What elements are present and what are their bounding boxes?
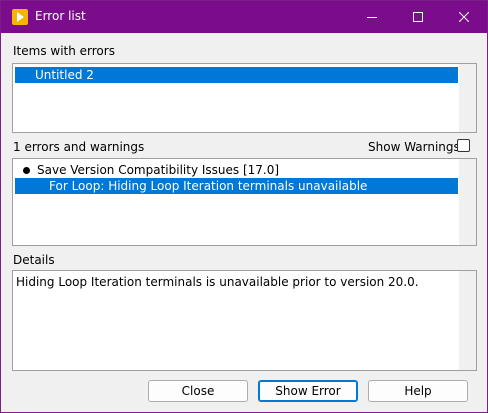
list-item[interactable]: Untitled 2	[15, 67, 458, 83]
errors-count-label: 1 errors and warnings	[13, 140, 145, 154]
show-error-button[interactable]: Show Error	[258, 380, 358, 402]
details-text: Hiding Loop Iteration terminals is unava…	[16, 275, 419, 289]
vertical-scrollbar[interactable]	[459, 271, 476, 370]
error-list-window: Error list Items with errors Untitled 2 …	[0, 0, 488, 413]
help-button[interactable]: Help	[368, 380, 468, 402]
window-title: Error list	[35, 9, 86, 23]
maximize-button[interactable]	[395, 1, 441, 33]
error-item-label: For Loop: Hiding Loop Iteration terminal…	[49, 179, 368, 193]
errors-warnings-list[interactable]: Save Version Compatibility Issues [17.0]…	[12, 158, 477, 246]
vertical-scrollbar[interactable]	[459, 159, 476, 245]
error-group-item[interactable]: Save Version Compatibility Issues [17.0]	[15, 162, 458, 178]
error-item[interactable]: For Loop: Hiding Loop Iteration terminal…	[15, 178, 458, 194]
bullet-icon	[23, 167, 30, 174]
close-icon	[459, 12, 469, 22]
labview-run-icon	[12, 9, 28, 25]
show-warnings-checkbox[interactable]	[457, 139, 470, 152]
minimize-icon	[367, 17, 377, 18]
details-textbox[interactable]: Hiding Loop Iteration terminals is unava…	[12, 270, 477, 371]
error-group-label: Save Version Compatibility Issues [17.0]	[37, 163, 280, 177]
vertical-scrollbar[interactable]	[459, 64, 476, 132]
minimize-button[interactable]	[349, 1, 395, 33]
details-label: Details	[13, 253, 55, 267]
items-with-errors-list[interactable]: Untitled 2	[12, 63, 477, 133]
show-warnings-label: Show Warnings	[368, 140, 460, 154]
close-button[interactable]: Close	[148, 380, 248, 402]
list-item-label: Untitled 2	[35, 68, 94, 82]
title-bar[interactable]: Error list	[1, 1, 487, 33]
close-window-button[interactable]	[441, 1, 487, 33]
items-with-errors-label: Items with errors	[13, 44, 115, 58]
maximize-icon	[413, 12, 423, 22]
